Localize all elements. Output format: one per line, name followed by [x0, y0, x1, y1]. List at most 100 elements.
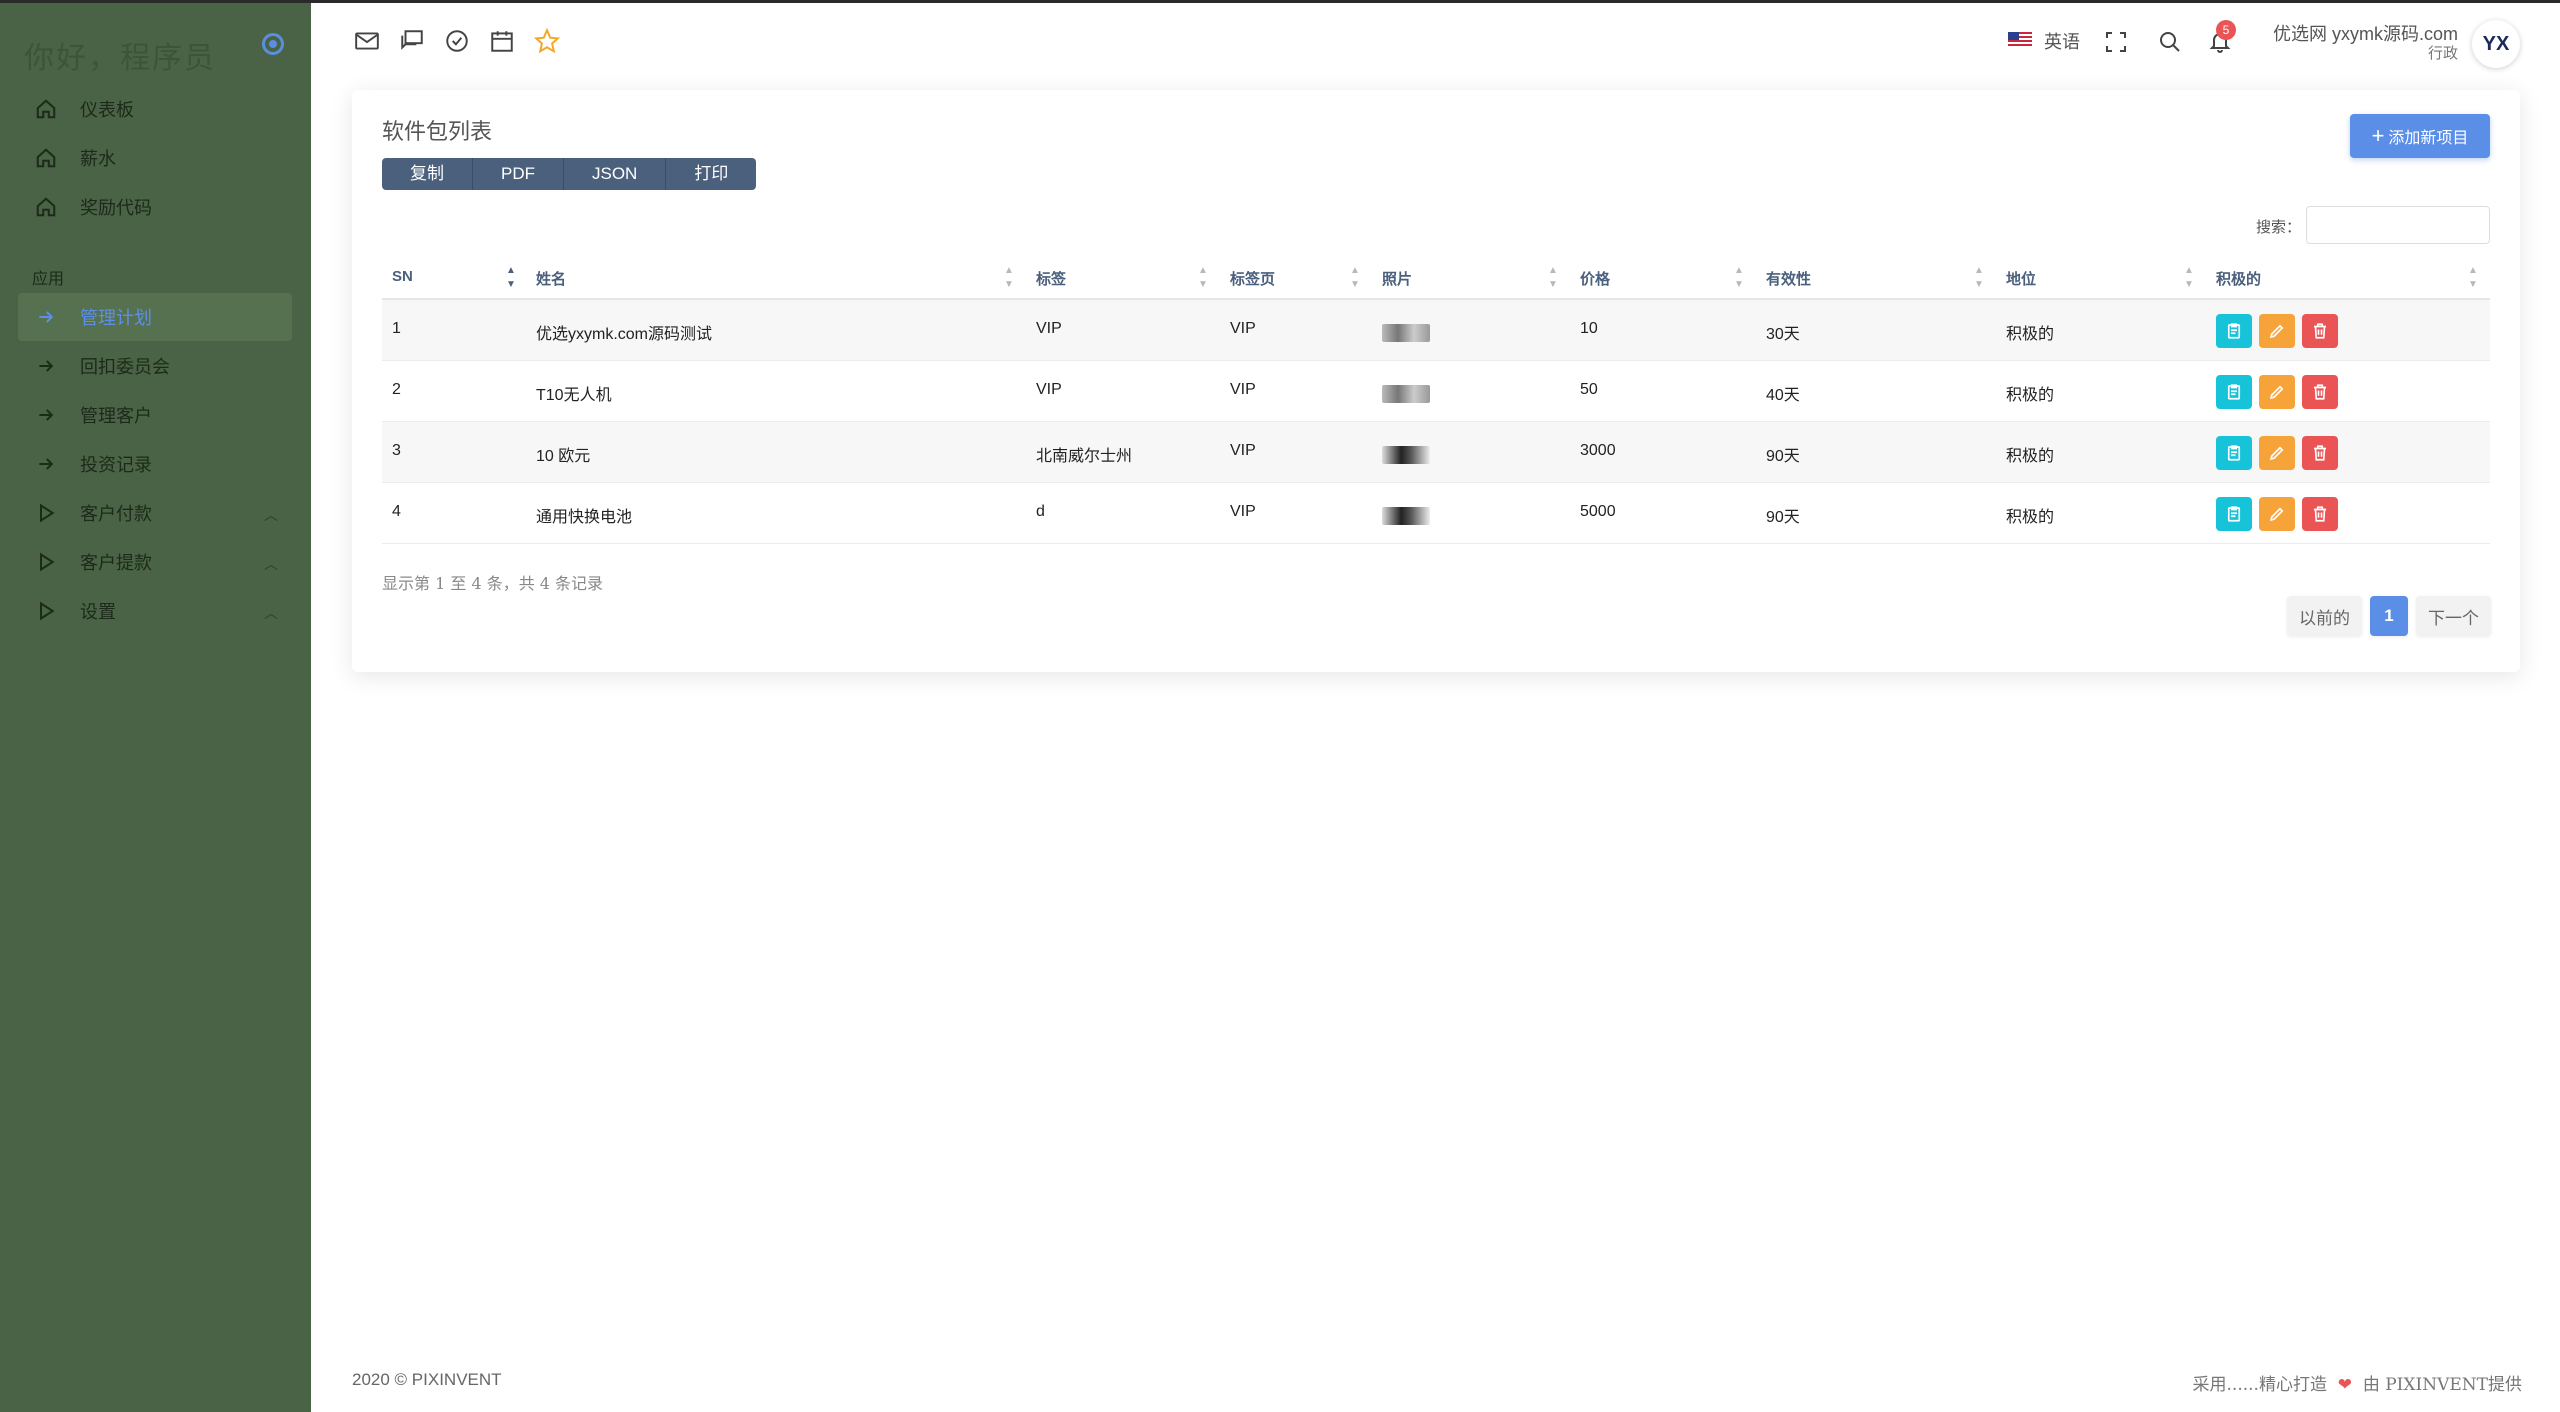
pagination: 以前的 1 下一个: [2287, 596, 2491, 636]
home-icon: [34, 146, 58, 170]
export-button-group: 复制 PDF JSON 打印: [382, 158, 757, 190]
cell-sn: 3: [392, 442, 401, 459]
pencil-icon: [2269, 385, 2284, 400]
sidebar-item-label: 回扣委员会: [80, 357, 170, 378]
view-button[interactable]: [2216, 314, 2252, 348]
table-info: 显示第 1 至 4 条，共 4 条记录: [382, 574, 604, 593]
table-header: SN ▲ ▼ 姓名 ▲ ▼ 标签 ▲ ▼ 标签页 ▲ ▼ 照片 ▲ ▼ 价格 ▲ ▼ 有效性…: [382, 260, 2490, 300]
edit-button[interactable]: [2259, 314, 2295, 348]
sidebar-item-customer-withdrawals[interactable]: 客户提款 ︿: [18, 538, 292, 586]
avatar[interactable]: YX: [2472, 20, 2520, 68]
sidebar-item-manage-customers[interactable]: 管理客户: [18, 391, 292, 439]
cell-validity: 30天: [1766, 326, 1800, 343]
star-icon[interactable]: [534, 28, 560, 54]
clipboard-icon: [2227, 445, 2241, 461]
column-header-price[interactable]: 价格: [1580, 268, 1610, 289]
sidebar-item-customer-payments[interactable]: 客户付款 ︿: [18, 489, 292, 537]
cell-price: 5000: [1580, 503, 1616, 520]
cell-price: 50: [1580, 381, 1598, 398]
column-header-sn[interactable]: SN: [392, 268, 413, 285]
column-header-status[interactable]: 地位: [2006, 268, 2036, 289]
table-row: 1 优选yxymk.com源码测试 VIP VIP 10 30天 积极的: [382, 300, 2490, 361]
cell-name: T10无人机: [536, 387, 612, 404]
home-icon: [34, 97, 58, 121]
sidebar-item-dashboard[interactable]: 仪表板: [18, 85, 292, 133]
language-selector[interactable]: 英语: [2044, 28, 2080, 54]
column-header-tab[interactable]: 标签页: [1230, 268, 1275, 289]
check-circle-icon[interactable]: [444, 28, 470, 54]
top-edge: [0, 0, 2560, 3]
mail-icon[interactable]: [354, 28, 380, 54]
add-button-label: 添加新项目: [2388, 130, 2469, 147]
sort-asc-icon[interactable]: ▲ ▼: [506, 264, 516, 292]
calendar-icon[interactable]: [489, 28, 515, 54]
copy-button[interactable]: 复制: [382, 158, 473, 190]
chat-icon[interactable]: [399, 28, 425, 54]
edit-button[interactable]: [2259, 497, 2295, 531]
cell-validity: 90天: [1766, 448, 1800, 465]
table-row: 4 通用快换电池 d VIP 5000 90天 积极的: [382, 483, 2490, 544]
us-flag-icon[interactable]: [2008, 32, 2032, 48]
pdf-button[interactable]: PDF: [473, 158, 564, 190]
add-new-item-button[interactable]: + 添加新项目: [2350, 114, 2490, 158]
sort-icon[interactable]: ▲ ▼: [1004, 264, 1014, 292]
sort-icon[interactable]: ▲ ▼: [1548, 264, 1558, 292]
arrow-right-icon: [34, 403, 58, 427]
sidebar-item-settings[interactable]: 设置 ︿: [18, 587, 292, 635]
sort-icon[interactable]: ▲ ▼: [1974, 264, 1984, 292]
view-button[interactable]: [2216, 375, 2252, 409]
cell-tab: VIP: [1230, 442, 1256, 459]
column-header-name[interactable]: 姓名: [536, 268, 566, 289]
brand-title[interactable]: 你好，程序员: [24, 33, 216, 77]
json-button[interactable]: JSON: [564, 158, 667, 190]
home-icon: [34, 195, 58, 219]
next-page-button[interactable]: 下一个: [2416, 596, 2491, 636]
cell-validity: 90天: [1766, 509, 1800, 526]
sidebar-item-rebate-committee[interactable]: 回扣委员会: [18, 342, 292, 390]
fullscreen-icon[interactable]: [2104, 30, 2128, 54]
view-button[interactable]: [2216, 436, 2252, 470]
sort-icon[interactable]: ▲ ▼: [1350, 264, 1360, 292]
sidebar-item-reward-code[interactable]: 奖励代码: [18, 183, 292, 231]
sidebar-item-manage-plans[interactable]: 管理计划: [18, 293, 292, 341]
sidebar-toggle-icon[interactable]: [262, 33, 284, 55]
sidebar-item-investment-records[interactable]: 投资记录: [18, 440, 292, 488]
trash-icon: [2314, 506, 2326, 522]
search-input[interactable]: [2306, 206, 2490, 244]
cell-status: 积极的: [2006, 326, 2055, 343]
sort-icon[interactable]: ▲ ▼: [2184, 264, 2194, 292]
delete-button[interactable]: [2302, 436, 2338, 470]
sort-icon[interactable]: ▲ ▼: [1734, 264, 1744, 292]
heart-icon: ❤: [2332, 1375, 2358, 1395]
package-photo: [1382, 385, 1430, 403]
column-header-photo[interactable]: 照片: [1382, 268, 1412, 289]
cell-tab: VIP: [1230, 381, 1256, 398]
package-photo: [1382, 507, 1430, 525]
delete-button[interactable]: [2302, 375, 2338, 409]
sidebar-item-salary[interactable]: 薪水: [18, 134, 292, 182]
sort-icon[interactable]: ▲ ▼: [1198, 264, 1208, 292]
arrow-right-icon: [34, 305, 58, 329]
cell-price: 3000: [1580, 442, 1616, 459]
cell-tag: VIP: [1036, 320, 1062, 337]
column-header-actions[interactable]: 积极的: [2216, 268, 2261, 289]
page-1-button[interactable]: 1: [2370, 596, 2408, 636]
column-header-tag[interactable]: 标签: [1036, 268, 1066, 289]
table-row: 3 10 欧元 北南威尔士州 VIP 3000 90天 积极的: [382, 422, 2490, 483]
print-button[interactable]: 打印: [666, 158, 757, 190]
view-button[interactable]: [2216, 497, 2252, 531]
arrow-right-icon: [34, 452, 58, 476]
footer-credit-suffix: 由 PIXINVENT提供: [2362, 1375, 2522, 1395]
edit-button[interactable]: [2259, 375, 2295, 409]
prev-page-button[interactable]: 以前的: [2287, 596, 2362, 636]
delete-button[interactable]: [2302, 497, 2338, 531]
edit-button[interactable]: [2259, 436, 2295, 470]
cell-tag: d: [1036, 503, 1045, 520]
cell-status: 积极的: [2006, 387, 2055, 404]
search-icon[interactable]: [2158, 30, 2182, 54]
sort-icon[interactable]: ▲ ▼: [2468, 264, 2478, 292]
cell-validity: 40天: [1766, 387, 1800, 404]
column-header-validity[interactable]: 有效性: [1766, 268, 1811, 289]
delete-button[interactable]: [2302, 314, 2338, 348]
sidebar-item-label: 投资记录: [80, 455, 152, 476]
